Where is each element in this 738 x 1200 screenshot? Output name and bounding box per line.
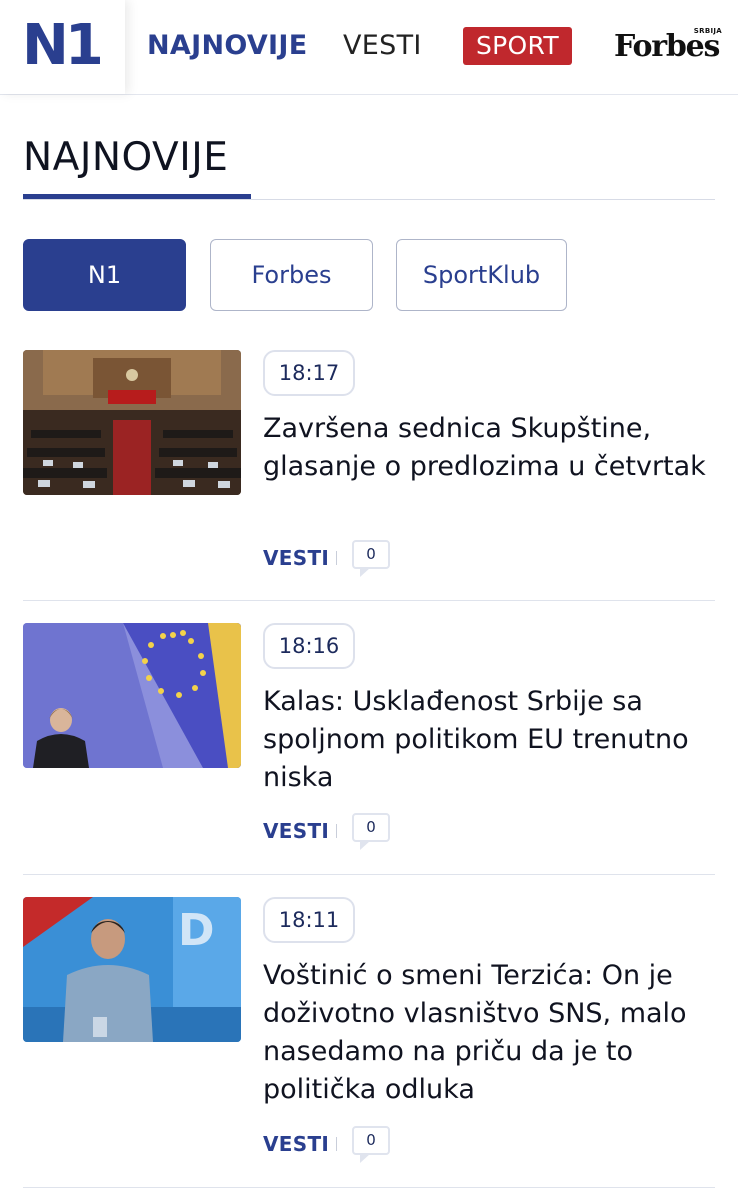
eu-flag-speaker-photo	[23, 623, 241, 768]
article-thumbnail[interactable]	[23, 350, 241, 495]
tab-n1[interactable]: N1	[23, 239, 186, 311]
nav-forbes-logo[interactable]: Forbes SRBIJA	[612, 27, 722, 67]
article-time: 18:16	[263, 623, 355, 669]
article-time: 18:17	[263, 350, 355, 396]
page-title: NAJNOVIJE	[23, 135, 229, 180]
article-headline[interactable]: Kalas: Usklađenost Srbije sa spoljnom po…	[263, 683, 723, 797]
article-thumbnail[interactable]	[23, 623, 241, 768]
comment-count-icon[interactable]: 0	[352, 540, 390, 577]
article-category[interactable]: VESTI	[263, 813, 329, 849]
comment-count-icon[interactable]: 0	[352, 813, 390, 850]
article-thumbnail[interactable]: D	[23, 897, 241, 1042]
parliament-session-photo	[23, 350, 241, 495]
nav-sport[interactable]: SPORT	[463, 27, 572, 65]
meta-separator	[336, 551, 337, 565]
article-time: 18:11	[263, 897, 355, 943]
article-divider	[23, 1187, 715, 1188]
article-category[interactable]: VESTI	[263, 1126, 329, 1162]
meta-separator	[336, 1137, 337, 1151]
article-divider	[23, 600, 715, 601]
n1-logo-link[interactable]: N1	[0, 0, 125, 94]
tab-forbes[interactable]: Forbes	[210, 239, 373, 311]
forbes-srbija-label: SRBIJA	[693, 27, 722, 35]
title-divider	[23, 199, 715, 200]
tv-studio-guest-photo: D	[23, 897, 241, 1042]
article-headline[interactable]: Voštinić o smeni Terzića: On je doživotn…	[263, 957, 723, 1109]
tab-sportklub[interactable]: SportKlub	[396, 239, 567, 311]
top-navigation: N1 NAJNOVIJE VESTI SPORT Forbes SRBIJA	[0, 0, 738, 95]
nav-vesti[interactable]: VESTI	[343, 29, 422, 63]
article-headline[interactable]: Završena sednica Skupštine, glasanje o p…	[263, 410, 723, 486]
comment-count-icon[interactable]: 0	[352, 1126, 390, 1163]
svg-text:D: D	[178, 905, 215, 956]
n1-logo: N1	[22, 20, 102, 68]
svg-text:N1: N1	[22, 20, 101, 68]
nav-najnovije[interactable]: NAJNOVIJE	[147, 29, 308, 63]
title-underline	[23, 194, 251, 199]
article-category[interactable]: VESTI	[263, 540, 329, 576]
meta-separator	[336, 824, 337, 838]
article-divider	[23, 874, 715, 875]
